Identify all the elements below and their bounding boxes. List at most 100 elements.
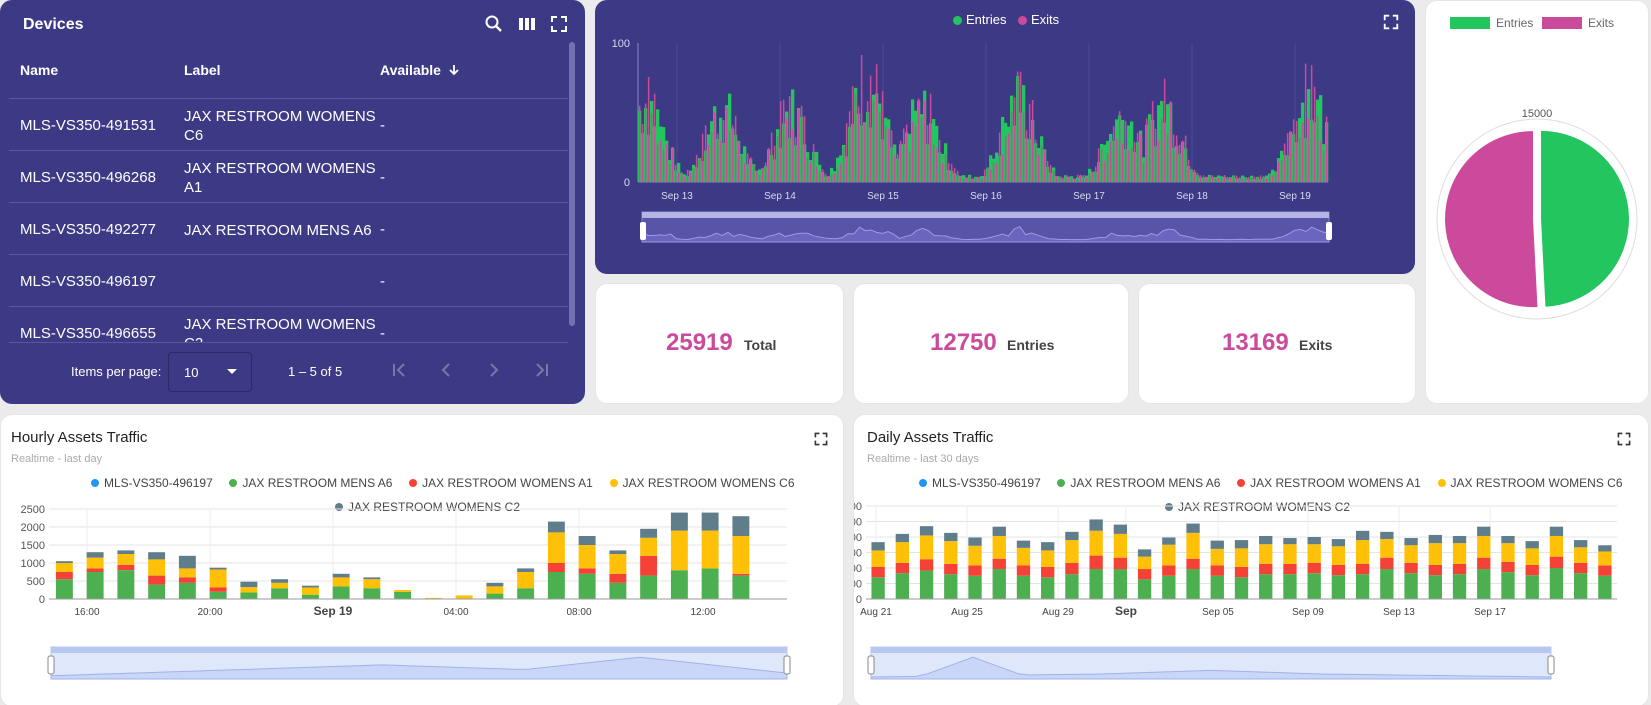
bar-segment[interactable] xyxy=(1016,540,1031,548)
bar-segment[interactable] xyxy=(1016,565,1031,576)
bar-segment[interactable] xyxy=(1380,557,1394,570)
bar-segment[interactable] xyxy=(1331,546,1346,565)
bar-segment[interactable] xyxy=(363,577,381,580)
bar-segment[interactable] xyxy=(578,573,596,599)
bar-segment[interactable] xyxy=(1573,562,1588,574)
bar-segment[interactable] xyxy=(1380,569,1394,599)
bar-segment[interactable] xyxy=(732,516,750,536)
bar-segment[interactable] xyxy=(1598,551,1612,566)
bar-segment[interactable] xyxy=(148,552,166,560)
bar-segment[interactable] xyxy=(301,587,319,595)
bar-segment[interactable] xyxy=(670,512,688,531)
bar-segment[interactable] xyxy=(1452,563,1467,575)
bar-segment[interactable] xyxy=(117,564,135,571)
bar-segment[interactable] xyxy=(1404,545,1418,563)
bar-segment[interactable] xyxy=(1404,538,1418,546)
bar-segment[interactable] xyxy=(178,582,196,599)
bar-segment[interactable] xyxy=(1137,549,1152,557)
bar-segment[interactable] xyxy=(486,586,504,594)
bar-segment[interactable] xyxy=(944,563,958,575)
bar-segment[interactable] xyxy=(732,575,750,599)
bar-segment[interactable] xyxy=(301,585,319,588)
bar-segment[interactable] xyxy=(86,557,104,569)
table-row[interactable]: MLS-VS350-496655 JAX RESTROOM WOMENS C2 … xyxy=(9,306,568,342)
bar-segment[interactable] xyxy=(895,533,910,543)
bar-segment[interactable] xyxy=(332,573,350,578)
bar-segment[interactable] xyxy=(1355,530,1370,541)
bar-segment[interactable] xyxy=(578,545,596,569)
entries-exits-chart[interactable]: 100 0 Sep 13 Sep 14 Sep 15 Sep 16 Sep 17 Sep 18… xyxy=(595,0,1415,274)
column-header-label[interactable]: Label xyxy=(184,62,221,78)
bar-segment[interactable] xyxy=(640,537,658,556)
bar-segment[interactable] xyxy=(1331,575,1346,599)
bar-segment[interactable] xyxy=(1186,558,1200,570)
bar-segment[interactable] xyxy=(670,570,688,599)
bar-segment[interactable] xyxy=(1501,561,1515,573)
bar-segment[interactable] xyxy=(609,573,627,583)
pie-legend-entries[interactable]: Entries xyxy=(1496,16,1533,30)
bar-segment[interactable] xyxy=(871,542,885,551)
bar-segment[interactable] xyxy=(1525,548,1539,565)
bar-segment[interactable] xyxy=(1477,569,1491,599)
bar-segment[interactable] xyxy=(609,582,627,599)
bar-segment[interactable] xyxy=(871,566,885,578)
bar-segment[interactable] xyxy=(1113,533,1128,558)
bar-segment[interactable] xyxy=(1041,566,1055,578)
bar-segment[interactable] xyxy=(919,559,934,571)
table-row[interactable]: MLS-VS350-491531 JAX RESTROOM WOMENS C6 … xyxy=(9,98,568,150)
bar-segment[interactable] xyxy=(640,528,658,538)
bar-segment[interactable] xyxy=(1404,562,1418,574)
bar-segment[interactable] xyxy=(1113,557,1128,570)
bar-segment[interactable] xyxy=(517,588,535,599)
bar-segment[interactable] xyxy=(1283,574,1297,599)
bar-segment[interactable] xyxy=(895,542,910,563)
first-page-icon[interactable] xyxy=(389,360,409,380)
next-page-icon[interactable] xyxy=(484,360,504,380)
bar-segment[interactable] xyxy=(1210,548,1224,566)
entries-exits-pie-chart[interactable]: Entries Exits 15000 xyxy=(1426,1,1649,404)
previous-page-icon[interactable] xyxy=(436,360,456,380)
bar-segment[interactable] xyxy=(1573,547,1588,563)
bar-segment[interactable] xyxy=(86,572,104,599)
bar-segment[interactable] xyxy=(240,587,258,593)
bar-segment[interactable] xyxy=(1501,543,1515,562)
bar-segment[interactable] xyxy=(701,512,719,531)
bar-segment[interactable] xyxy=(1089,519,1103,531)
bar-segment[interactable] xyxy=(1598,575,1612,599)
bar-segment[interactable] xyxy=(1598,545,1612,552)
bar-segment[interactable] xyxy=(919,570,934,599)
bar-segment[interactable] xyxy=(944,532,958,542)
bar-segment[interactable] xyxy=(240,592,258,599)
bar-segment[interactable] xyxy=(209,567,227,570)
column-header-name[interactable]: Name xyxy=(20,62,58,78)
bar-segment[interactable] xyxy=(701,530,719,569)
bar-segment[interactable] xyxy=(148,575,166,585)
navigator-top-bar[interactable] xyxy=(642,212,1329,218)
bar-segment[interactable] xyxy=(1234,566,1249,578)
bar-segment[interactable] xyxy=(1598,565,1612,576)
bar-segment[interactable] xyxy=(55,561,73,563)
bar-segment[interactable] xyxy=(968,545,982,566)
bar-segment[interactable] xyxy=(1573,573,1588,599)
bar-segment[interactable] xyxy=(1259,544,1273,564)
navigator-right-handle[interactable] xyxy=(783,655,791,675)
bar-segment[interactable] xyxy=(332,577,350,587)
bar-segment[interactable] xyxy=(178,568,196,578)
bar-segment[interactable] xyxy=(486,582,504,587)
bar-segment[interactable] xyxy=(547,572,565,599)
bar-segment[interactable] xyxy=(547,563,565,572)
bar-segment[interactable] xyxy=(1307,573,1321,599)
bar-segment[interactable] xyxy=(363,579,381,589)
fullscreen-icon[interactable] xyxy=(549,14,569,34)
table-row[interactable]: MLS-VS350-496268 JAX RESTROOM WOMENS A1 … xyxy=(9,150,568,202)
bar-segment[interactable] xyxy=(1380,531,1394,540)
bar-segment[interactable] xyxy=(1283,538,1297,545)
bar-segment[interactable] xyxy=(178,577,196,583)
navigator-left-handle[interactable] xyxy=(640,222,646,240)
bar-segment[interactable] xyxy=(1137,569,1152,580)
bar-segment[interactable] xyxy=(1525,575,1539,599)
bar-segment[interactable] xyxy=(1041,542,1055,551)
bar-segment[interactable] xyxy=(1089,530,1103,556)
bar-segment[interactable] xyxy=(732,536,750,574)
bar-segment[interactable] xyxy=(1041,577,1055,599)
